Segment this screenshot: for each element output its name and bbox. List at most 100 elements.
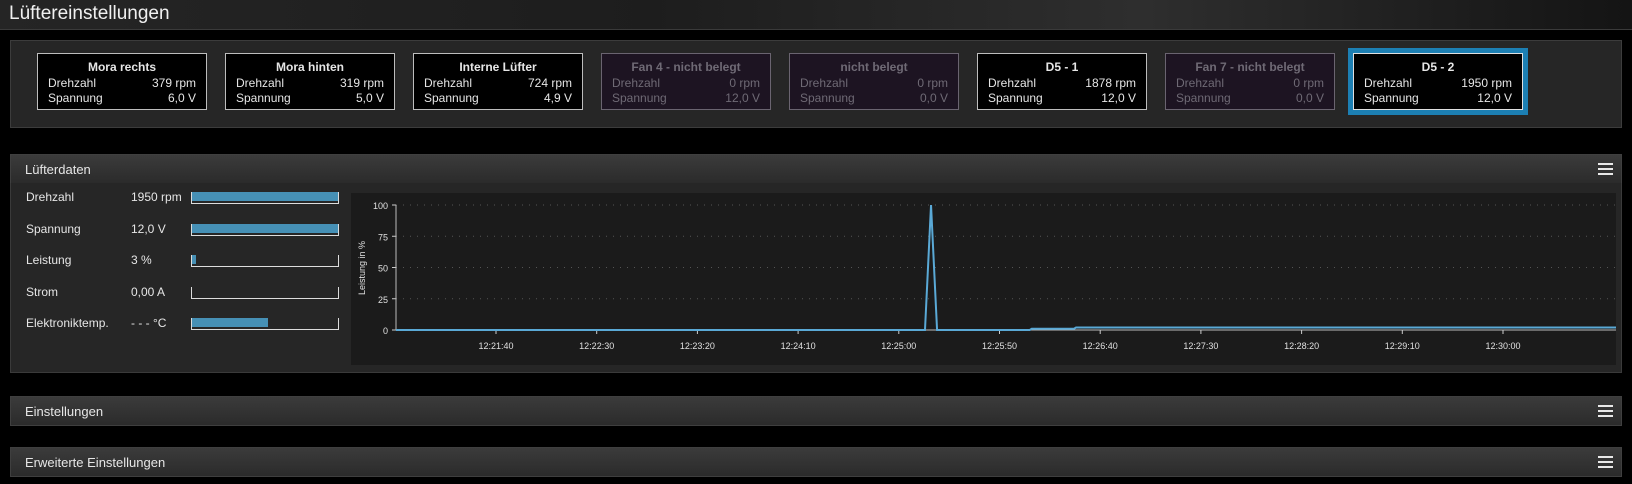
- fan-rpm-label: Drehzahl: [48, 76, 97, 90]
- fan-voltage-row: Spannung 12,0 V: [988, 91, 1136, 106]
- fan-voltage-value: 4,9 V: [543, 91, 572, 105]
- hamburger-menu-icon[interactable]: [1598, 405, 1613, 418]
- section-title-fan-data: Lüfterdaten: [25, 162, 91, 177]
- fan-tile[interactable]: Mora rechts Drehzahl 379 rpm Spannung 6,0 V: [37, 53, 207, 110]
- metric-value: - - - °C: [131, 316, 167, 330]
- x-tick-label: 12:23:20: [680, 341, 715, 351]
- metric-bar: [191, 318, 339, 330]
- fan-voltage-label: Spannung: [1364, 91, 1419, 105]
- fan-name: Mora hinten: [276, 60, 344, 74]
- fan-rpm-value: 0 rpm: [1293, 76, 1324, 90]
- fan-voltage-value: 0,0 V: [1295, 91, 1324, 105]
- fan-name: Interne Lüfter: [459, 60, 537, 74]
- fan-voltage-label: Spannung: [236, 91, 291, 105]
- y-tick-label: 50: [378, 264, 388, 274]
- metric-bar-fill: [192, 255, 197, 264]
- fan-voltage-value: 5,0 V: [355, 91, 384, 105]
- metric-bar-fill: [192, 318, 268, 327]
- x-tick-label: 12:30:00: [1485, 341, 1520, 351]
- fan-name: D5 - 2: [1421, 60, 1455, 74]
- y-tick-label: 25: [378, 295, 388, 305]
- fan-voltage-row: Spannung 5,0 V: [236, 91, 384, 106]
- fan-tile[interactable]: D5 - 2 Drehzahl 1950 rpm Spannung 12,0 V: [1353, 53, 1523, 110]
- fan-name: D5 - 1: [1045, 60, 1079, 74]
- fan-tile[interactable]: D5 - 1 Drehzahl 1878 rpm Spannung 12,0 V: [977, 53, 1147, 110]
- metric-bar-fill: [192, 223, 338, 233]
- fan-voltage-label: Spannung: [424, 91, 479, 105]
- power-chart-svg: 0 25 50 75 100 12:21:40 12:22:30 12:23:20 12:24:…: [357, 201, 1616, 351]
- power-chart: 0 25 50 75 100 12:21:40 12:22:30 12:23:20 12:24:…: [351, 193, 1616, 365]
- fan-name: nicht belegt: [840, 60, 908, 74]
- metric-bar-fill: [192, 192, 338, 201]
- x-tick-label: 12:24:10: [781, 341, 816, 351]
- fan-voltage-row: Spannung 6,0 V: [48, 91, 196, 106]
- fan-name: Mora rechts: [87, 60, 157, 74]
- metric-label: Spannung: [26, 221, 81, 236]
- fan-rpm-value: 724 rpm: [527, 76, 572, 90]
- fan-voltage-label: Spannung: [800, 91, 855, 105]
- fan-voltage-row: Spannung 12,0 V: [1364, 91, 1512, 106]
- fan-rpm-value: 379 rpm: [151, 76, 196, 90]
- section-settings[interactable]: Einstellungen: [10, 396, 1622, 426]
- fan-tile[interactable]: Fan 4 - nicht belegt Drehzahl 0 rpm Spannun…: [601, 53, 771, 110]
- metric-bar: [191, 255, 339, 267]
- fan-voltage-label: Spannung: [48, 91, 103, 105]
- fan-voltage-label: Spannung: [988, 91, 1043, 105]
- x-tick-label: 12:21:40: [478, 341, 513, 351]
- title-bar: Lüftereinstellungen: [0, 0, 1632, 30]
- fan-rpm-value: 319 rpm: [339, 76, 384, 90]
- fan-voltage-label: Spannung: [612, 91, 667, 105]
- fan-voltage-value: 12,0 V: [1101, 91, 1136, 105]
- fan-rpm-value: 1878 rpm: [1085, 76, 1136, 90]
- y-tick-label: 75: [378, 232, 388, 242]
- metric-value: 1950 rpm: [131, 190, 182, 204]
- x-tick-label: 12:27:30: [1183, 341, 1218, 351]
- fan-rpm-row: Drehzahl 319 rpm: [236, 76, 384, 91]
- fan-data-panel: Drehzahl 1950 rpm Spannung 12,0 V Leistung 3 …: [10, 183, 1622, 373]
- fan-rpm-label: Drehzahl: [1176, 76, 1225, 90]
- hamburger-menu-icon[interactable]: [1598, 163, 1613, 176]
- metric-label: Strom: [26, 284, 59, 299]
- fan-voltage-label: Spannung: [1176, 91, 1231, 105]
- x-tick-label: 12:29:10: [1385, 341, 1420, 351]
- fan-tile[interactable]: Fan 7 - nicht belegt Drehzahl 0 rpm Spannun…: [1165, 53, 1335, 110]
- fan-rpm-row: Drehzahl 1950 rpm: [1364, 76, 1512, 91]
- section-fan-data-header[interactable]: Lüfterdaten: [10, 154, 1622, 184]
- metric-bar: [191, 286, 339, 299]
- x-tick-label: 12:25:50: [982, 341, 1017, 351]
- fan-rpm-label: Drehzahl: [612, 76, 661, 90]
- fan-tile[interactable]: nicht belegt Drehzahl 0 rpm Spannung 0,0 V: [789, 53, 959, 110]
- fan-voltage-row: Spannung 0,0 V: [800, 91, 948, 106]
- section-advanced-settings[interactable]: Erweiterte Einstellungen: [10, 447, 1622, 477]
- window-title: Lüftereinstellungen: [9, 3, 170, 24]
- fan-name: Fan 4 - nicht belegt: [631, 60, 741, 74]
- metric-label: Leistung: [26, 253, 72, 267]
- metric-bar: [191, 192, 339, 204]
- x-tick-label: 12:28:20: [1284, 341, 1319, 351]
- x-tick-label: 12:25:00: [881, 341, 916, 351]
- fan-voltage-value: 12,0 V: [725, 91, 760, 105]
- fan-rpm-value: 0 rpm: [729, 76, 760, 90]
- metric-value: 3 %: [131, 253, 152, 267]
- fan-tile[interactable]: Interne Lüfter Drehzahl 724 rpm Spannung 4,9…: [413, 53, 583, 110]
- fan-rpm-row: Drehzahl 724 rpm: [424, 76, 572, 91]
- fan-rpm-row: Drehzahl 0 rpm: [800, 76, 948, 91]
- y-tick-label: 100: [373, 201, 388, 211]
- hamburger-menu-icon[interactable]: [1598, 456, 1613, 469]
- fan-voltage-value: 0,0 V: [919, 91, 948, 105]
- fan-voltage-row: Spannung 12,0 V: [612, 91, 760, 106]
- fan-rpm-row: Drehzahl 0 rpm: [1176, 76, 1324, 91]
- fan-tile[interactable]: Mora hinten Drehzahl 319 rpm Spannung 5,0 V: [225, 53, 395, 110]
- metric-label: Drehzahl: [26, 190, 75, 204]
- section-title-advanced-settings: Erweiterte Einstellungen: [25, 455, 166, 470]
- x-tick-label: 12:26:40: [1083, 341, 1118, 351]
- x-tick-label: 12:22:30: [579, 341, 614, 351]
- fan-rpm-value: 1950 rpm: [1461, 76, 1512, 90]
- fan-rpm-value: 0 rpm: [917, 76, 948, 90]
- fan-voltage-value: 12,0 V: [1477, 91, 1512, 105]
- fan-voltage-value: 6,0 V: [167, 91, 196, 105]
- fan-rpm-row: Drehzahl 1878 rpm: [988, 76, 1136, 91]
- fan-rpm-label: Drehzahl: [1364, 76, 1413, 90]
- fan-name: Fan 7 - nicht belegt: [1195, 60, 1305, 74]
- fan-rpm-row: Drehzahl 379 rpm: [48, 76, 196, 91]
